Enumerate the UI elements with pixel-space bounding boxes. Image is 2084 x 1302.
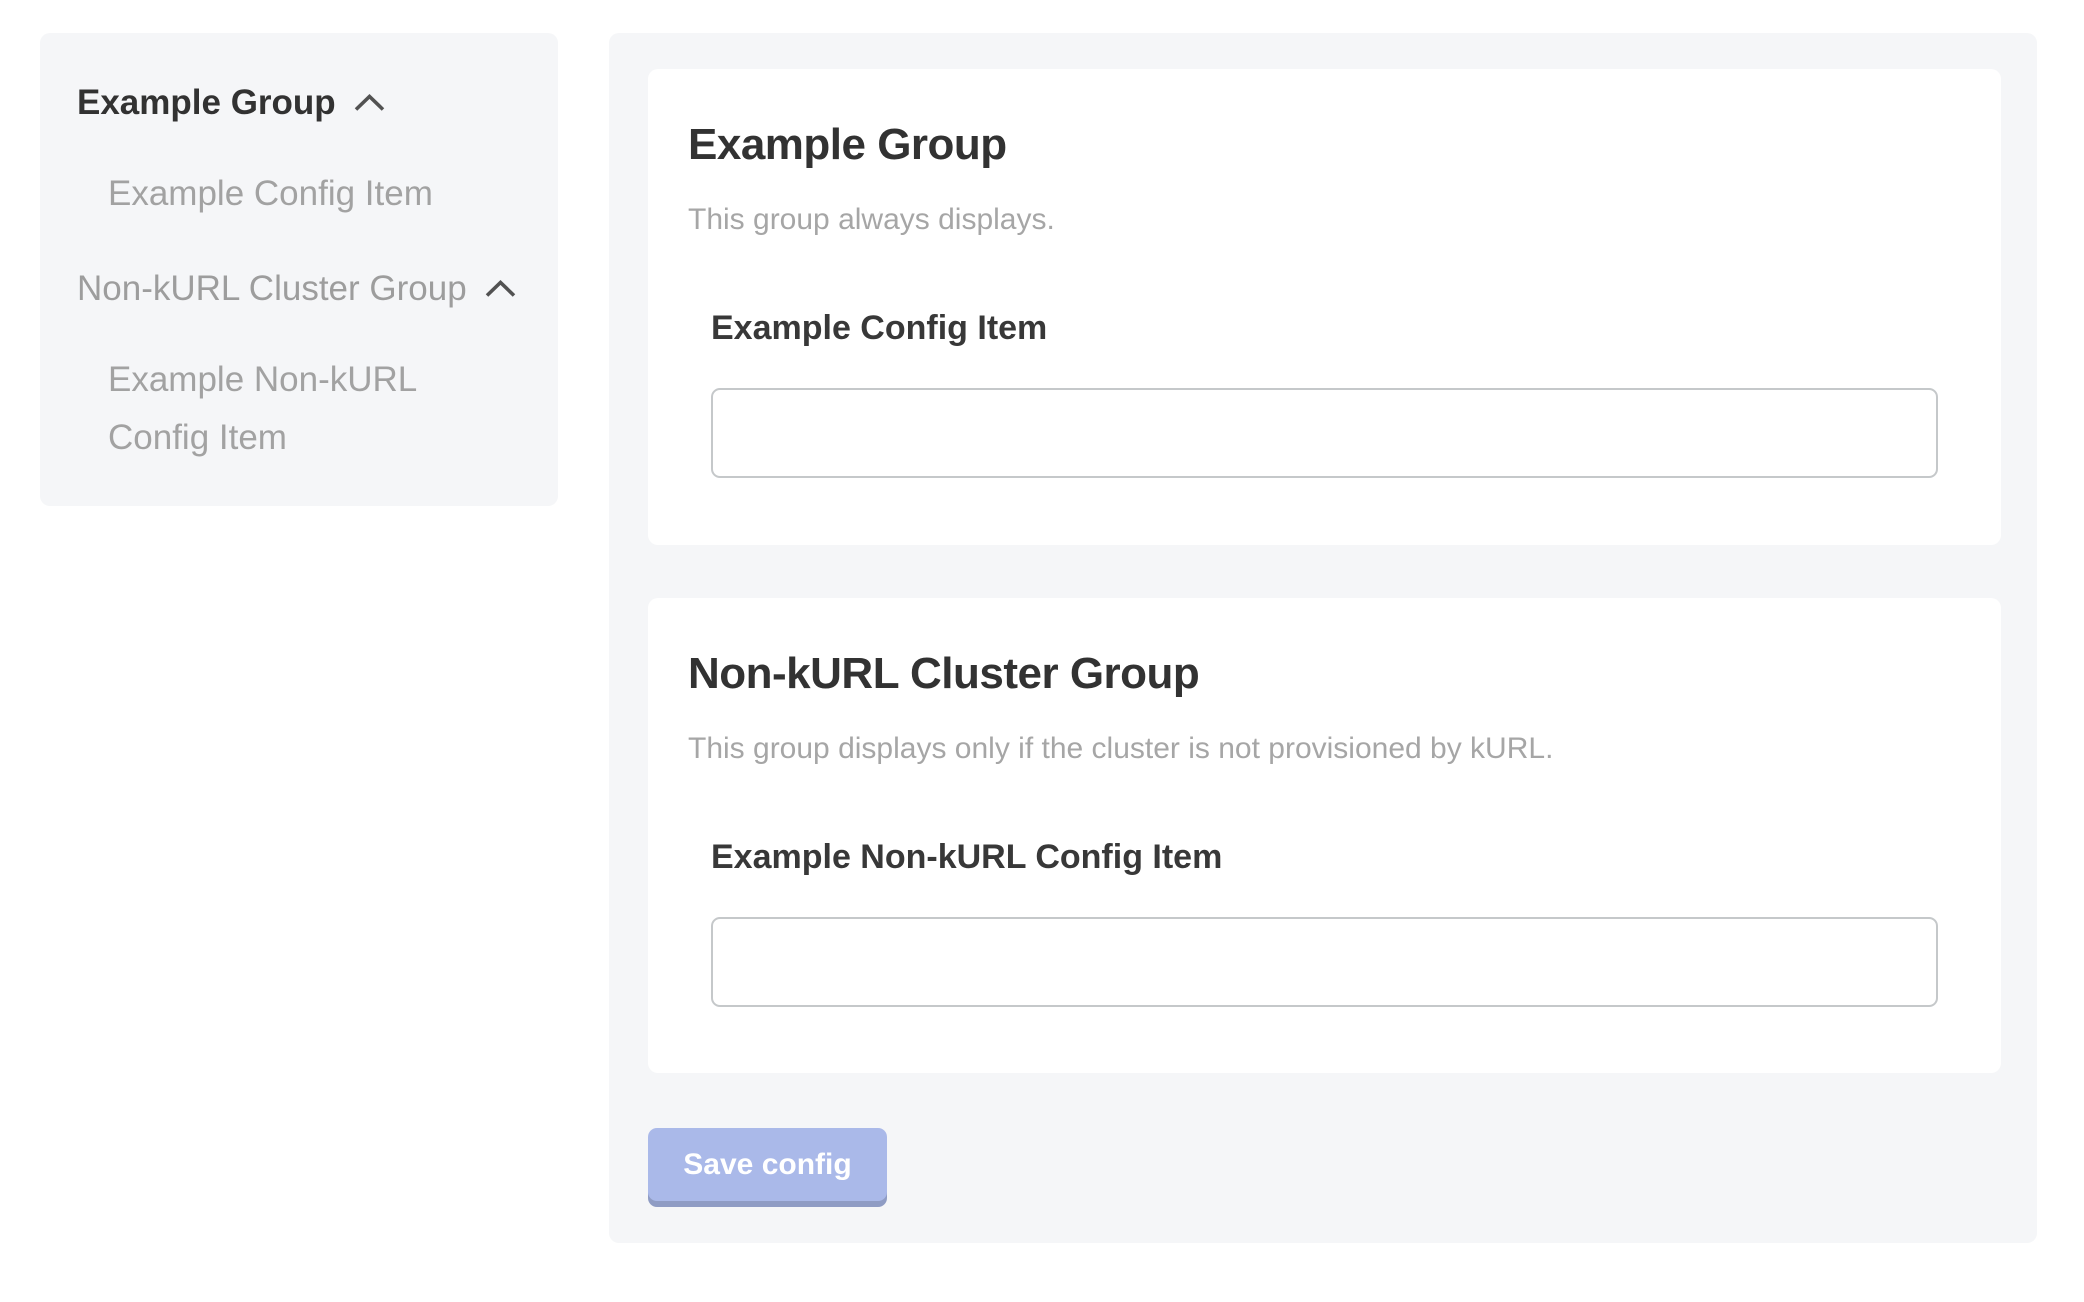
nav-group-non-kurl: Non-kURL Cluster Group Example Non-kURL … [77,269,528,467]
config-item-label: Example Non-kURL Config Item [711,838,1961,877]
example-non-kurl-config-item-input[interactable] [711,917,1938,1007]
example-config-item-input[interactable] [711,388,1938,478]
chevron-up-icon [353,93,386,113]
nav-group-example-toggle[interactable]: Example Group [77,83,528,123]
group-title: Example Group [688,119,1961,170]
config-nav-sidebar: Example Group Example Config Item Non-kU… [40,33,558,506]
group-title: Non-kURL Cluster Group [688,648,1961,699]
nav-group-example: Example Group Example Config Item [77,83,528,223]
nav-item-example-non-kurl-config-item[interactable]: Example Non-kURL Config Item [108,351,448,467]
nav-item-example-config-item[interactable]: Example Config Item [108,165,528,223]
config-group-card-non-kurl: Non-kURL Cluster Group This group displa… [648,598,2001,1073]
save-config-button[interactable]: Save config [648,1128,887,1201]
nav-group-label: Non-kURL Cluster Group [77,269,467,309]
group-description: This group always displays. [688,202,1961,237]
config-main-panel: Example Group This group always displays… [609,33,2037,1243]
config-page: Example Group Example Config Item Non-kU… [0,0,2084,1302]
nav-group-label: Example Group [77,83,336,123]
group-description: This group displays only if the cluster … [688,731,1961,766]
nav-group-non-kurl-toggle[interactable]: Non-kURL Cluster Group [77,269,528,309]
config-group-card-example: Example Group This group always displays… [648,69,2001,545]
chevron-up-icon [484,279,517,299]
config-item-label: Example Config Item [711,309,1961,348]
